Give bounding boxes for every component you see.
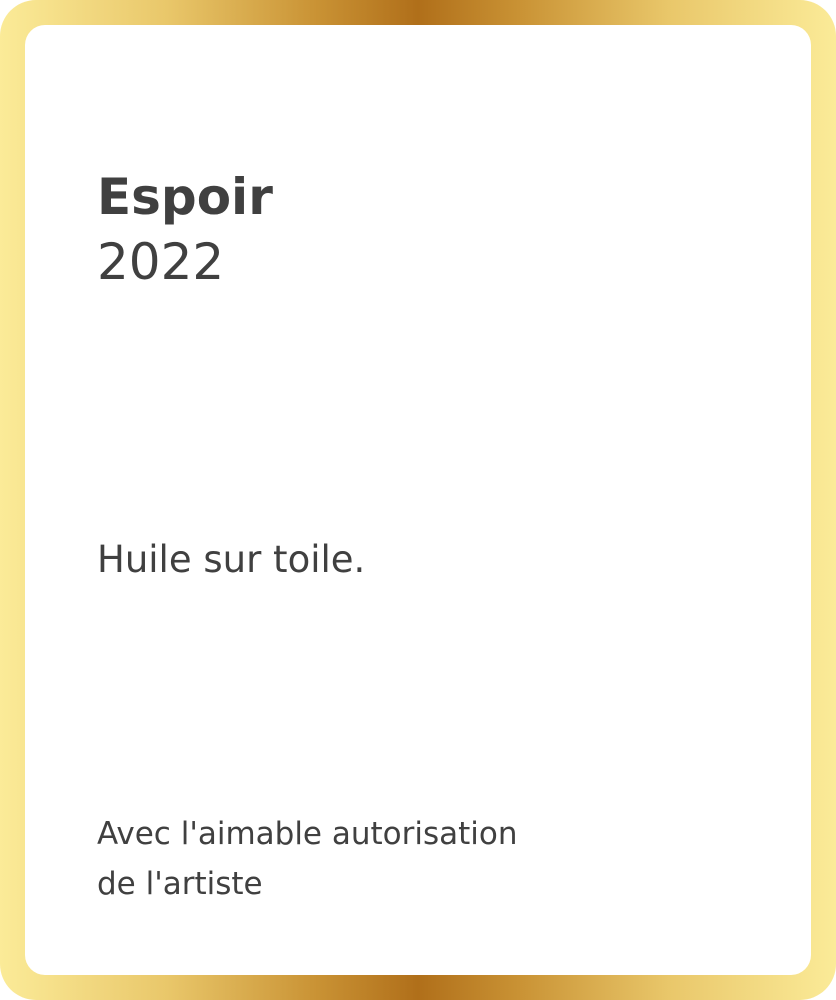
gold-frame: Espoir 2022 Huile sur toile. Avec l'aima… bbox=[0, 0, 836, 1000]
credit-line-1: Avec l'aimable autorisation bbox=[97, 816, 518, 852]
artwork-year: 2022 bbox=[97, 233, 225, 291]
artwork-medium: Huile sur toile. bbox=[97, 538, 366, 581]
artwork-credit: Avec l'aimable autorisation de l'artiste bbox=[97, 809, 518, 909]
artwork-title: Espoir bbox=[97, 168, 273, 226]
artwork-label-card: Espoir 2022 Huile sur toile. Avec l'aima… bbox=[25, 25, 811, 975]
credit-line-2: de l'artiste bbox=[97, 866, 263, 902]
